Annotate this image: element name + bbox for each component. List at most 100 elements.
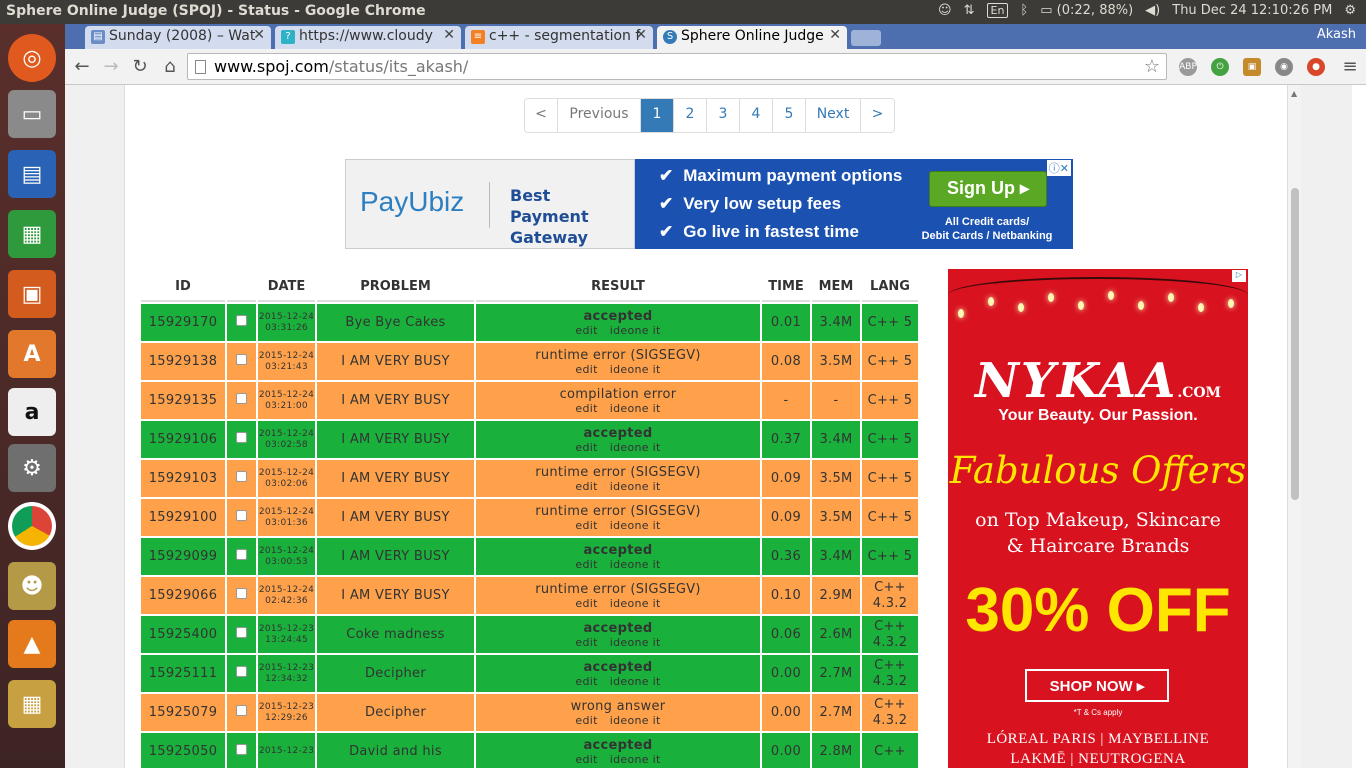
software-center-icon[interactable]: A xyxy=(8,330,56,378)
page-1-button[interactable]: 1 xyxy=(641,99,674,132)
chrome-icon[interactable] xyxy=(8,502,56,550)
close-icon[interactable]: ✕ xyxy=(829,27,841,43)
row-checkbox[interactable] xyxy=(236,549,247,560)
ideone-link[interactable]: ideone it xyxy=(610,480,661,493)
impress-icon[interactable]: ▣ xyxy=(8,270,56,318)
page-first-button[interactable]: < xyxy=(525,99,558,132)
ideone-link[interactable]: ideone it xyxy=(610,636,661,649)
row-checkbox[interactable] xyxy=(236,627,247,638)
edit-link[interactable]: edit xyxy=(575,597,597,610)
edit-link[interactable]: edit xyxy=(575,480,597,493)
cell-problem[interactable]: David and his xyxy=(317,733,474,768)
row-checkbox[interactable] xyxy=(236,471,247,482)
system-settings-icon[interactable]: ⚙ xyxy=(8,444,56,492)
tab-sunday[interactable]: ▤ Sunday (2008) – Wat ✕ xyxy=(85,26,271,49)
header-result[interactable]: RESULT xyxy=(476,272,760,302)
page-2-button[interactable]: 2 xyxy=(674,99,707,132)
header-date[interactable]: DATE xyxy=(258,272,315,302)
forward-arrow-icon[interactable]: → xyxy=(100,56,122,77)
ideone-link[interactable]: ideone it xyxy=(610,363,661,376)
settings-gear-icon[interactable]: ⚙ xyxy=(1344,3,1356,18)
cell-problem[interactable]: Decipher xyxy=(317,694,474,731)
row-checkbox[interactable] xyxy=(236,666,247,677)
tab-stackoverflow[interactable]: ≡ c++ - segmentation f ✕ xyxy=(465,26,653,49)
result-text[interactable]: accepted xyxy=(476,660,760,675)
cell-id[interactable]: 15925111 xyxy=(141,655,225,692)
cell-problem[interactable]: Bye Bye Cakes xyxy=(317,304,474,341)
cell-problem[interactable]: Decipher xyxy=(317,655,474,692)
cell-problem[interactable]: I AM VERY BUSY xyxy=(317,499,474,536)
result-text[interactable]: accepted xyxy=(476,309,760,324)
vlc-icon[interactable]: ▲ xyxy=(8,620,56,668)
cell-id[interactable]: 15929103 xyxy=(141,460,225,497)
edit-link[interactable]: edit xyxy=(575,558,597,571)
header-id[interactable]: ID xyxy=(141,272,225,302)
clock[interactable]: Thu Dec 24 12:10:26 PM xyxy=(1172,3,1332,18)
ideone-link[interactable]: ideone it xyxy=(610,597,661,610)
row-checkbox[interactable] xyxy=(236,705,247,716)
cell-problem[interactable]: I AM VERY BUSY xyxy=(317,460,474,497)
ideone-link[interactable]: ideone it xyxy=(610,675,661,688)
home-icon[interactable]: ⌂ xyxy=(159,56,181,77)
row-checkbox[interactable] xyxy=(236,354,247,365)
cell-id[interactable]: 15929100 xyxy=(141,499,225,536)
cell-id[interactable]: 15929106 xyxy=(141,421,225,458)
edit-link[interactable]: edit xyxy=(575,441,597,454)
ad-choices-icon[interactable]: ▷ xyxy=(1232,270,1246,282)
page-5-button[interactable]: 5 xyxy=(773,99,806,132)
cell-id[interactable]: 15925400 xyxy=(141,616,225,653)
extension-color-icon[interactable]: ● xyxy=(1307,58,1325,76)
result-text[interactable]: accepted xyxy=(476,621,760,636)
back-arrow-icon[interactable]: ← xyxy=(71,56,93,77)
new-tab-button[interactable] xyxy=(851,30,881,46)
volume-icon[interactable]: ◀) xyxy=(1145,3,1160,18)
ideone-link[interactable]: ideone it xyxy=(610,753,661,766)
cell-id[interactable]: 15929138 xyxy=(141,343,225,380)
cell-id[interactable]: 15929135 xyxy=(141,382,225,419)
ad-signup-button[interactable]: Sign Up ▸ xyxy=(929,171,1047,207)
cell-id[interactable]: 15925079 xyxy=(141,694,225,731)
menu-icon[interactable]: ≡ xyxy=(1339,56,1361,77)
files-icon[interactable]: ▭ xyxy=(8,90,56,138)
ideone-link[interactable]: ideone it xyxy=(610,519,661,532)
close-icon[interactable]: ✕ xyxy=(635,27,647,43)
ideone-link[interactable]: ideone it xyxy=(610,558,661,571)
page-previous-button[interactable]: Previous xyxy=(558,99,641,132)
row-checkbox[interactable] xyxy=(236,393,247,404)
result-text[interactable]: runtime error (SIGSEGV) xyxy=(476,504,760,519)
edit-link[interactable]: edit xyxy=(575,675,597,688)
cell-id[interactable]: 15929170 xyxy=(141,304,225,341)
writer-icon[interactable]: ▤ xyxy=(8,150,56,198)
cell-id[interactable]: 15925050 xyxy=(141,733,225,768)
row-checkbox[interactable] xyxy=(236,744,247,755)
result-text[interactable]: runtime error (SIGSEGV) xyxy=(476,465,760,480)
bookmark-star-icon[interactable]: ☆ xyxy=(1144,56,1160,77)
ideone-link[interactable]: ideone it xyxy=(610,402,661,415)
close-icon[interactable]: ✕ xyxy=(253,27,265,43)
result-text[interactable]: runtime error (SIGSEGV) xyxy=(476,582,760,597)
header-problem[interactable]: PROBLEM xyxy=(317,272,474,302)
page-next-button[interactable]: Next xyxy=(806,99,861,132)
keyboard-layout[interactable]: En xyxy=(986,3,1009,18)
edit-link[interactable]: edit xyxy=(575,714,597,727)
page-4-button[interactable]: 4 xyxy=(740,99,773,132)
edit-link[interactable]: edit xyxy=(575,363,597,376)
page-scrollbar[interactable]: ▲ xyxy=(1287,85,1301,768)
row-checkbox[interactable] xyxy=(236,315,247,326)
tab-cloudy[interactable]: ? https://www.cloudy ✕ xyxy=(275,26,461,49)
profile-name[interactable]: Akash xyxy=(1317,27,1356,42)
edit-link[interactable]: edit xyxy=(575,636,597,649)
result-text[interactable]: wrong answer xyxy=(476,699,760,714)
result-text[interactable]: compilation error xyxy=(476,387,760,402)
extension-globe-icon[interactable]: ◉ xyxy=(1275,58,1293,76)
ideone-link[interactable]: ideone it xyxy=(610,441,661,454)
nykaa-ad[interactable]: ▷ NYKAA.COM Your Beauty. Our Passion. Fa… xyxy=(948,269,1248,768)
scrollbar-thumb[interactable] xyxy=(1291,188,1299,500)
payu-ad-banner[interactable]: PayUbiz Best Payment Gateway ✔ Maximum pa… xyxy=(345,159,1073,249)
edit-link[interactable]: edit xyxy=(575,753,597,766)
edit-link[interactable]: edit xyxy=(575,519,597,532)
ad-choices-close-icon[interactable]: ⓘ✕ xyxy=(1046,160,1071,176)
page-last-button[interactable]: > xyxy=(861,99,894,132)
cell-problem[interactable]: I AM VERY BUSY xyxy=(317,538,474,575)
page-3-button[interactable]: 3 xyxy=(707,99,740,132)
